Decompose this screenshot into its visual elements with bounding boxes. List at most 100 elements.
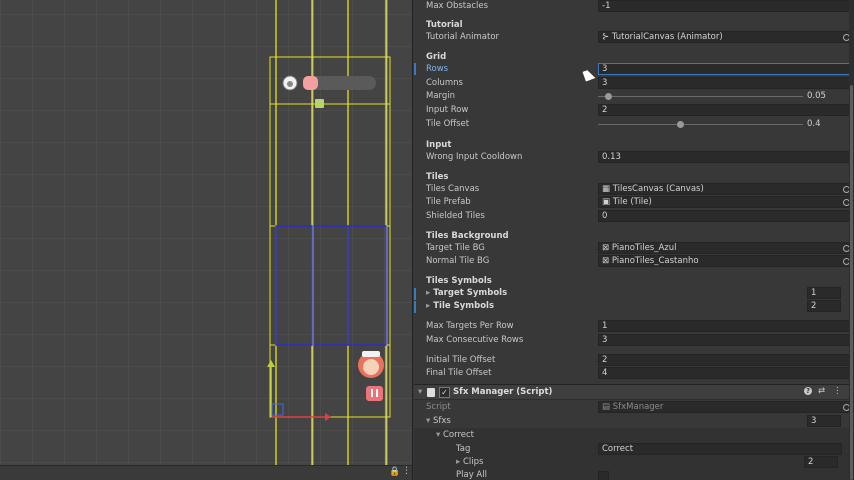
tile-prefab-value: Tile (Tile)	[612, 197, 652, 207]
input-row-field[interactable]: 2	[598, 104, 854, 116]
tutorial-animator-row: Tutorial Animator ⊱ TutorialCanvas (Anim…	[426, 31, 854, 44]
clips-row[interactable]: ▸ Clips 2	[456, 456, 854, 469]
input-row-label: Input Row	[426, 105, 469, 115]
margin-row: Margin 0.05	[426, 90, 846, 103]
sfx-manager-title: Sfx Manager (Script)	[453, 387, 553, 397]
tag-field[interactable]: Correct	[598, 443, 842, 455]
target-symbols-row[interactable]: ▸ Target Symbols 1	[426, 287, 846, 300]
normal-tile-bg-row: Normal Tile BG ⊠ PianoTiles_Castanho	[426, 255, 854, 268]
preset-icon[interactable]: ⇄	[818, 386, 825, 396]
margin-slider-knob[interactable]	[604, 93, 612, 100]
context-menu-icon[interactable]: ⋮	[833, 386, 842, 396]
tile-offset-slider-knob[interactable]	[676, 121, 684, 128]
tile-symbols-label: Tile Symbols	[433, 301, 495, 311]
tile-offset-value[interactable]: 0.4	[807, 118, 847, 131]
sprite-icon: ⊠	[602, 256, 612, 266]
tile-offset-row: Tile Offset 0.4	[426, 118, 846, 131]
play-all-row: Play All	[456, 469, 854, 480]
foldout-arrow-icon: ▸	[456, 457, 463, 467]
clips-label: Clips	[462, 457, 484, 467]
tile-prefab-field[interactable]: ▣ Tile (Tile)	[598, 196, 854, 208]
normal-tile-bg-field[interactable]: ⊠ PianoTiles_Castanho	[598, 255, 854, 267]
target-tile-bg-field[interactable]: ⊠ PianoTiles_Azul	[598, 242, 854, 254]
foldout-arrow-icon: ▾	[436, 430, 443, 440]
script-icon: ▣	[602, 197, 613, 207]
tutorial-animator-label: Tutorial Animator	[426, 32, 500, 42]
tile-offset-label: Tile Offset	[426, 119, 470, 129]
script-field: ▤ SfxManager	[598, 401, 854, 413]
scrollbar-thumb[interactable]	[850, 85, 853, 480]
margin-value[interactable]: 0.05	[807, 90, 847, 103]
wrong-input-cooldown-row: Wrong Input Cooldown 0.13	[426, 151, 854, 164]
margin-slider[interactable]	[598, 93, 803, 100]
wrong-input-cooldown-field[interactable]: 0.13	[598, 151, 854, 163]
script-value: SfxManager	[612, 402, 664, 412]
play-all-checkbox[interactable]	[598, 471, 609, 480]
columns-label: Columns	[426, 78, 463, 88]
correct-label: Correct	[442, 430, 474, 440]
foldout-arrow-icon[interactable]: ▾	[418, 387, 422, 397]
target-tile-bg-label: Target Tile BG	[426, 243, 485, 253]
tile-symbols-foldout[interactable]: ▸ Tile Symbols	[426, 300, 494, 313]
sfx-manager-component-header[interactable]: ▾ ✓ Sfx Manager (Script) ? ⇄ ⋮	[414, 384, 854, 400]
target-symbols-size[interactable]: 1	[807, 287, 841, 299]
target-tile-bg-value: PianoTiles_Azul	[611, 243, 677, 253]
target-symbols-foldout[interactable]: ▸ Target Symbols	[426, 287, 507, 300]
scene-gizmos	[267, 0, 391, 465]
initial-tile-offset-row: Initial Tile Offset 2	[426, 354, 854, 367]
input-row-row: Input Row 2	[426, 104, 854, 117]
play-all-label: Play All	[456, 470, 487, 480]
shielded-tiles-field[interactable]: 0	[598, 210, 854, 222]
rows-label: Rows	[426, 64, 449, 74]
columns-field[interactable]: 3	[598, 77, 854, 89]
inspector-panel: Max Obstacles -1 Tutorial Tutorial Anima…	[414, 0, 854, 480]
script-label: Script	[426, 402, 451, 412]
tile-offset-slider[interactable]	[598, 121, 803, 128]
scene-toolbar: 🔒 ⋮	[0, 465, 413, 480]
tiles-canvas-field[interactable]: ▦ TilesCanvas (Canvas)	[598, 183, 854, 195]
correct-foldout[interactable]: ▾ Correct	[436, 429, 474, 442]
shielded-tiles-row: Shielded Tiles 0	[426, 210, 854, 223]
target-tile-bg-row: Target Tile BG ⊠ PianoTiles_Azul	[426, 242, 854, 255]
tile-symbols-row[interactable]: ▸ Tile Symbols 2	[426, 300, 846, 313]
initial-tile-offset-field[interactable]: 2	[598, 354, 854, 366]
script-row: Script ▤ SfxManager	[426, 401, 854, 414]
sfxs-label: Sfxs	[432, 416, 451, 426]
tutorial-animator-field[interactable]: ⊱ TutorialCanvas (Animator)	[598, 31, 854, 43]
sfxs-size[interactable]: 3	[807, 415, 841, 427]
scene-view[interactable]: 🔒 ⋮	[0, 0, 413, 480]
tiles-canvas-value: TilesCanvas (Canvas)	[612, 184, 704, 194]
max-obstacles-field[interactable]: -1	[598, 0, 854, 12]
sfxs-row[interactable]: ▾ Sfxs 3	[426, 415, 846, 428]
rows-field[interactable]: 3	[598, 63, 854, 75]
modified-indicator	[414, 301, 416, 313]
final-tile-offset-field[interactable]: 4	[598, 367, 854, 379]
modified-indicator	[414, 288, 416, 300]
max-consecutive-rows-field[interactable]: 3	[598, 334, 854, 346]
max-obstacles-label: Max Obstacles	[426, 1, 489, 11]
correct-element-row[interactable]: ▾ Correct	[436, 429, 854, 442]
tiles-canvas-row: Tiles Canvas ▦ TilesCanvas (Canvas)	[426, 183, 854, 196]
clips-size[interactable]: 2	[804, 456, 838, 468]
menu-icon[interactable]: ⋮	[402, 466, 411, 476]
foldout-arrow-icon: ▾	[426, 416, 433, 426]
target-symbols-label: Target Symbols	[433, 288, 508, 298]
columns-row: Columns 3	[426, 77, 854, 90]
clips-foldout[interactable]: ▸ Clips	[456, 456, 483, 469]
animator-icon: ⊱	[602, 32, 612, 42]
tile-prefab-label: Tile Prefab	[426, 197, 471, 207]
sfxs-foldout[interactable]: ▾ Sfxs	[426, 415, 451, 428]
normal-tile-bg-value: PianoTiles_Castanho	[611, 256, 699, 266]
tag-label: Tag	[456, 444, 471, 454]
inspector-scrollbar[interactable]	[849, 0, 854, 480]
modified-indicator	[414, 63, 416, 75]
max-consecutive-rows-label: Max Consecutive Rows	[426, 335, 524, 345]
help-icon[interactable]: ?	[804, 387, 812, 395]
margin-label: Margin	[426, 91, 456, 101]
max-consecutive-rows-row: Max Consecutive Rows 3	[426, 334, 854, 347]
enabled-checkbox[interactable]: ✓	[439, 387, 450, 398]
lock-icon[interactable]: 🔒	[389, 467, 400, 477]
wrong-input-cooldown-label: Wrong Input Cooldown	[426, 152, 523, 162]
max-targets-per-row-field[interactable]: 1	[598, 320, 854, 332]
tile-symbols-size[interactable]: 2	[807, 300, 841, 312]
